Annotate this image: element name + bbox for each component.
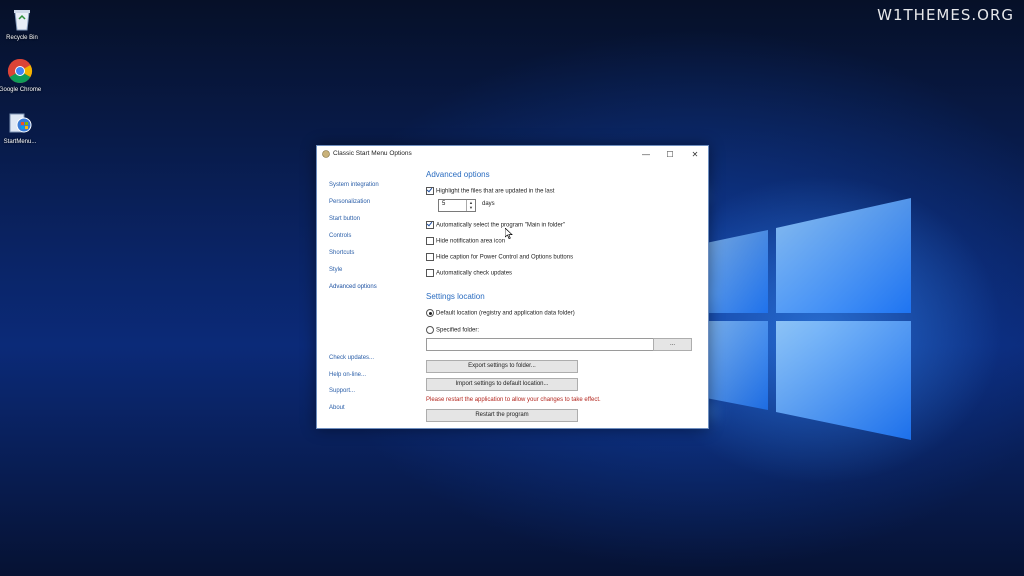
default-location-radio[interactable]: [426, 309, 434, 317]
help-online-link[interactable]: Help on-line...: [329, 372, 366, 378]
highlight-files-option[interactable]: Highlight the files that are updated in …: [426, 187, 554, 196]
auto-select-label: Automatically select the program "Main i…: [436, 222, 565, 229]
default-location-label: Default location (registry and applicati…: [436, 310, 575, 317]
close-button[interactable]: ✕: [684, 148, 706, 161]
restart-program-button[interactable]: Restart the program: [426, 409, 578, 422]
auto-select-option[interactable]: Automatically select the program "Main i…: [426, 221, 565, 230]
days-value: 5: [442, 201, 446, 207]
desktop-icon-label: Recycle Bin: [6, 35, 38, 41]
auto-select-checkbox[interactable]: [426, 221, 434, 229]
restart-warning-text: Please restart the application to allow …: [426, 397, 601, 403]
windows-logo-icon: [706, 198, 911, 440]
auto-check-updates-option[interactable]: Automatically check updates: [426, 269, 512, 278]
highlight-files-label: Highlight the files that are updated in …: [436, 188, 555, 195]
mouse-cursor-icon: [505, 228, 513, 239]
hide-notification-label: Hide notification area icon: [436, 238, 506, 245]
folder-path-input[interactable]: [426, 338, 654, 351]
days-label: days: [482, 201, 495, 207]
hide-notification-checkbox[interactable]: [426, 237, 434, 245]
hide-caption-label: Hide caption for Power Control and Optio…: [436, 254, 574, 261]
desktop-icon-label: StartMenu...: [3, 139, 37, 145]
nav-item-controls[interactable]: Controls: [329, 233, 351, 239]
nav-item-style[interactable]: Style: [329, 267, 342, 273]
nav-item-system-integration[interactable]: System integration: [329, 182, 379, 188]
maximize-button[interactable]: ☐: [659, 148, 681, 161]
highlight-files-checkbox[interactable]: [426, 187, 434, 195]
nav-item-start-button[interactable]: Start button: [329, 216, 360, 222]
specified-folder-radio[interactable]: [426, 326, 434, 334]
app-shell-icon: [322, 150, 330, 158]
auto-check-updates-checkbox[interactable]: [426, 269, 434, 277]
advanced-options-heading: Advanced options: [426, 170, 490, 179]
classic-start-menu-options-dialog: Classic Start Menu Options — ☐ ✕ System …: [316, 145, 709, 429]
start-menu-setup-icon: [7, 110, 33, 136]
import-settings-button[interactable]: Import settings to default location...: [426, 378, 578, 391]
desktop-icon-startmenu[interactable]: StartMenu...: [0, 110, 42, 146]
hide-caption-option[interactable]: Hide caption for Power Control and Optio…: [426, 253, 573, 262]
export-settings-button[interactable]: Export settings to folder...: [426, 360, 578, 373]
nav-item-shortcuts[interactable]: Shortcuts: [329, 250, 354, 256]
browse-button[interactable]: ...: [653, 338, 692, 351]
auto-check-updates-label: Automatically check updates: [436, 270, 513, 277]
desktop-icon-google-chrome[interactable]: Google Chrome: [0, 58, 42, 94]
chrome-icon: [7, 58, 33, 84]
days-stepper[interactable]: 5 ▲ ▼: [438, 199, 476, 212]
minimize-button[interactable]: —: [635, 148, 657, 161]
recycle-bin-icon: [9, 6, 35, 32]
stepper-arrows-icon[interactable]: ▲ ▼: [466, 200, 475, 211]
about-link[interactable]: About: [329, 405, 345, 411]
nav-item-advanced-options[interactable]: Advanced options: [329, 284, 377, 290]
specified-folder-option[interactable]: Specified folder:: [426, 326, 479, 335]
support-link[interactable]: Support...: [329, 388, 355, 394]
default-location-option[interactable]: Default location (registry and applicati…: [426, 309, 575, 318]
watermark: W1THEMES.ORG: [877, 6, 1014, 24]
title-bar[interactable]: Classic Start Menu Options — ☐ ✕: [317, 146, 708, 163]
hide-caption-checkbox[interactable]: [426, 253, 434, 261]
hide-notification-option[interactable]: Hide notification area icon: [426, 237, 505, 246]
desktop-icon-label: Google Chrome: [0, 87, 42, 93]
window-title: Classic Start Menu Options: [333, 150, 412, 157]
settings-location-heading: Settings location: [426, 292, 485, 301]
nav-item-personalization[interactable]: Personalization: [329, 199, 370, 205]
check-updates-link[interactable]: Check updates...: [329, 355, 374, 361]
desktop-icon-recycle-bin[interactable]: Recycle Bin: [0, 6, 44, 42]
specified-folder-label: Specified folder:: [436, 327, 480, 334]
